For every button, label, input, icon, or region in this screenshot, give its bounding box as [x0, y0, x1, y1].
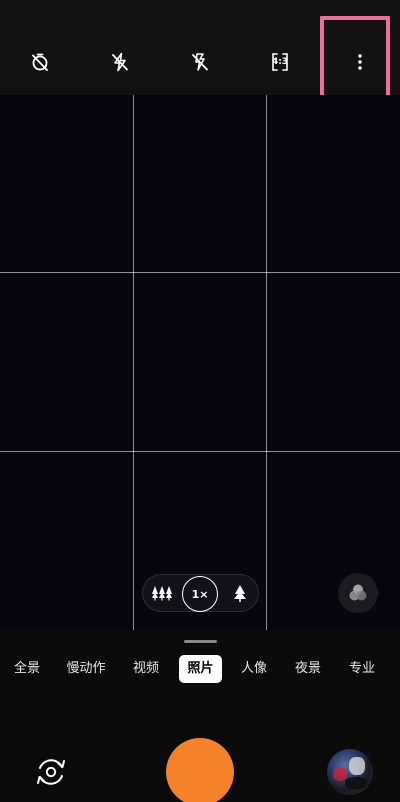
mode-pro[interactable]: 专业	[342, 655, 382, 683]
aspect-ratio-label: 4:3	[271, 57, 289, 67]
gallery-thumbnail[interactable]	[327, 749, 373, 795]
live-photo-off-icon	[192, 53, 208, 71]
grid-line-horizontal	[0, 272, 400, 273]
mode-panorama[interactable]: 全景	[8, 655, 46, 683]
zoom-wide-button[interactable]	[151, 582, 173, 604]
filter-icon	[349, 584, 367, 601]
mode-video[interactable]: 视频	[126, 655, 166, 683]
top-toolbar: 4:3	[0, 0, 400, 116]
zoom-1x-button[interactable]: 1×	[182, 576, 218, 612]
aspect-ratio-button[interactable]: 4:3	[264, 46, 296, 78]
drawer-handle[interactable]	[184, 640, 217, 643]
switch-camera-icon	[37, 759, 65, 785]
shutter-button[interactable]	[166, 738, 234, 802]
wide-angle-trees-icon	[152, 586, 172, 601]
camera-screen: 4:3 1× 全景 慢动作 视频 照片 人像 夜景 专业	[0, 0, 400, 802]
switch-camera-button[interactable]	[33, 754, 69, 790]
flash-off-button[interactable]	[104, 46, 136, 78]
thumbnail-detail	[345, 777, 367, 789]
live-photo-off-button[interactable]	[184, 46, 216, 78]
timer-off-icon	[32, 53, 48, 71]
flash-off-icon	[112, 52, 128, 72]
mode-portrait[interactable]: 人像	[234, 655, 274, 683]
zoom-selector: 1×	[142, 574, 259, 612]
filter-button[interactable]	[338, 573, 378, 613]
mode-slow-motion[interactable]: 慢动作	[62, 655, 110, 683]
viewfinder[interactable]: 1×	[0, 95, 400, 630]
mode-photo[interactable]: 照片	[179, 655, 222, 683]
zoom-tele-button[interactable]	[229, 582, 251, 604]
telephoto-tree-icon	[234, 585, 246, 602]
more-options-icon	[358, 54, 362, 70]
timer-off-button[interactable]	[24, 46, 56, 78]
mode-night[interactable]: 夜景	[288, 655, 328, 683]
grid-line-horizontal	[0, 451, 400, 452]
grid-line-vertical	[266, 95, 267, 630]
thumbnail-detail	[349, 757, 365, 775]
grid-line-vertical	[133, 95, 134, 630]
more-options-button[interactable]	[344, 46, 376, 78]
mode-selector: 全景 慢动作 视频 照片 人像 夜景 专业	[0, 655, 400, 683]
